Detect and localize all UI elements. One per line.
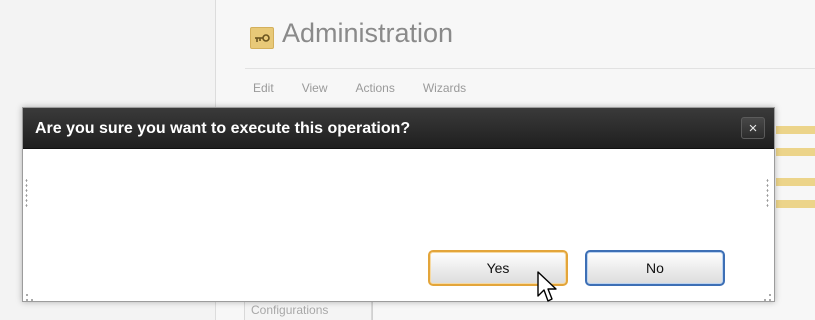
confirm-dialog: Are you sure you want to execute this op… <box>22 107 775 302</box>
menu-view[interactable]: View <box>302 81 328 95</box>
resize-grip-left[interactable] <box>25 178 28 208</box>
title-divider <box>245 68 815 69</box>
dialog-titlebar[interactable]: Are you sure you want to execute this op… <box>23 108 774 149</box>
menu-wizards[interactable]: Wizards <box>423 81 466 95</box>
close-icon: × <box>748 120 758 137</box>
mouse-cursor-icon <box>537 271 557 302</box>
resize-grip-right[interactable] <box>766 178 769 208</box>
page-title: Administration <box>282 18 454 48</box>
key-icon <box>250 27 274 49</box>
menu-edit[interactable]: Edit <box>253 81 274 95</box>
resize-corner-left[interactable] <box>26 294 33 301</box>
menu-actions[interactable]: Actions <box>355 81 394 95</box>
menu-bar: Edit View Actions Wizards <box>253 81 494 95</box>
close-button[interactable]: × <box>741 117 765 139</box>
background-rows <box>776 126 815 208</box>
resize-corner-right[interactable] <box>764 294 771 301</box>
dialog-title: Are you sure you want to execute this op… <box>35 120 411 137</box>
no-button[interactable]: No <box>585 250 725 286</box>
